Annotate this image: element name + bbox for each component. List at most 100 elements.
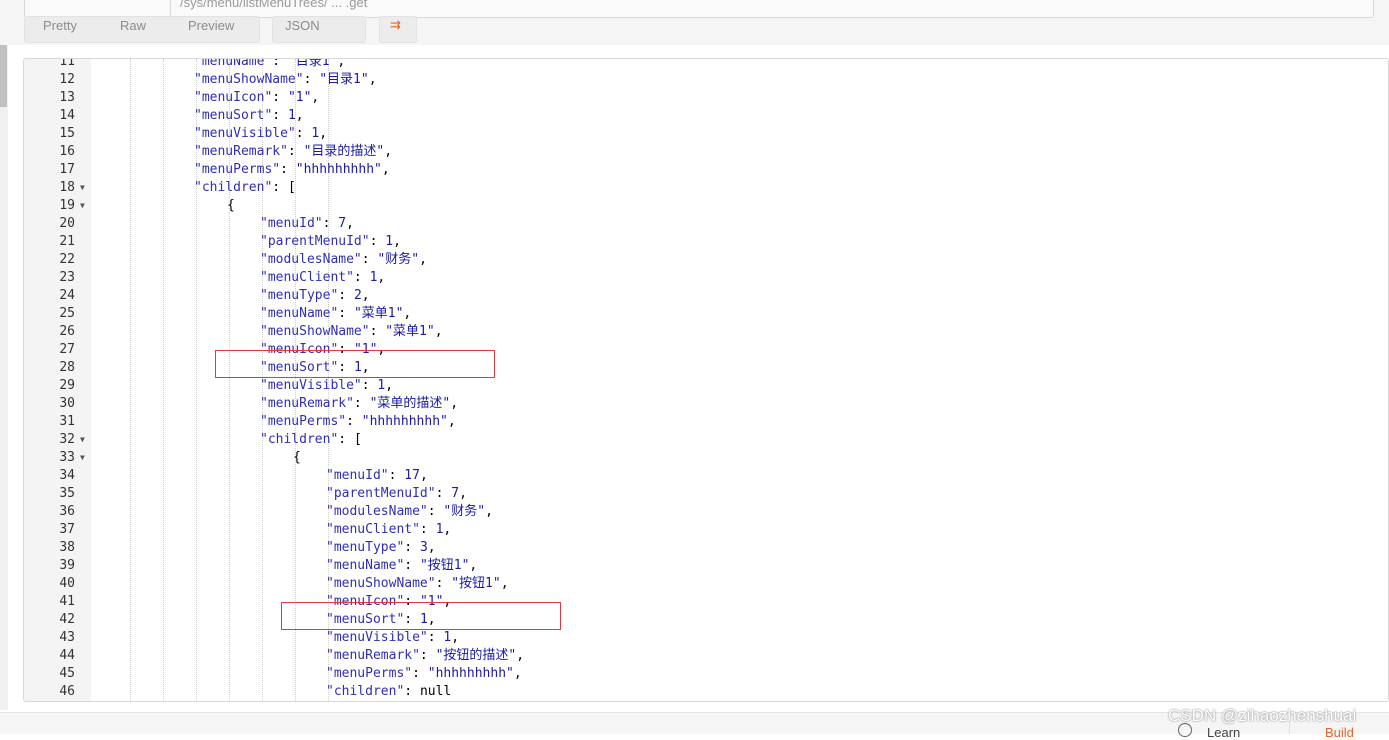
json-value: "按钮1" — [451, 576, 501, 591]
code-text: "parentMenuId": 7, — [326, 486, 467, 501]
code-line: 46 "children": null — [24, 683, 1388, 701]
code-text: "menuVisible": 1, — [260, 378, 394, 393]
line-number: 30 — [59, 396, 75, 411]
json-key: "menuVisible" — [194, 126, 296, 141]
json-value: "菜单1" — [385, 324, 435, 339]
json-key: "children" — [194, 180, 273, 195]
code-text: "menuName": "按钮1", — [326, 558, 478, 573]
json-value: [ — [353, 432, 362, 447]
code-line: 43 "menuVisible": 1, — [24, 629, 1388, 647]
json-key: "menuType" — [326, 540, 405, 555]
code-line: 35 "parentMenuId": 7, — [24, 485, 1388, 503]
code-text: "menuIcon": "1", — [194, 90, 320, 105]
line-number: 29 — [59, 378, 75, 393]
line-number: 23 — [59, 270, 75, 285]
fold-toggle-icon[interactable]: ▼ — [80, 179, 85, 197]
code-line: 11 "menuName": "目录1", — [24, 58, 1388, 71]
json-value: "按钮1" — [419, 558, 470, 573]
code-text: "modulesName": "财务", — [260, 252, 427, 267]
line-number: 43 — [59, 630, 75, 645]
json-key: "menuShowName" — [260, 324, 370, 339]
highlight-box — [281, 602, 561, 630]
sidebar-scrollbar-thumb[interactable] — [0, 45, 7, 107]
code-line: 29 "menuVisible": 1, — [24, 377, 1388, 395]
line-number: 18 — [59, 180, 75, 195]
code-line: 24 "menuType": 2, — [24, 287, 1388, 305]
wrap-lines-button[interactable]: ⇉ — [379, 16, 417, 43]
json-key: "menuName" — [260, 306, 339, 321]
code-text: "menuClient": 1, — [260, 270, 386, 285]
code-text: "menuRemark": "菜单的描述", — [260, 396, 459, 411]
code-text: "menuClient": 1, — [326, 522, 452, 537]
code-line: 16 "menuRemark": "目录的描述", — [24, 143, 1388, 161]
code-text: "menuPerms": "hhhhhhhhh", — [326, 666, 522, 681]
line-number: 22 — [59, 252, 75, 267]
line-number: 40 — [59, 576, 75, 591]
json-key: "menuClient" — [326, 522, 420, 537]
line-number: 15 — [59, 126, 75, 141]
code-text: { — [293, 450, 301, 465]
json-key: "menuPerms" — [260, 414, 347, 429]
code-text: "menuVisible": 1, — [326, 630, 460, 645]
code-text: "parentMenuId": 1, — [260, 234, 401, 249]
json-key: "menuId" — [260, 216, 323, 231]
line-number: 37 — [59, 522, 75, 537]
json-key: "children" — [326, 684, 405, 699]
json-key: "menuVisible" — [260, 378, 362, 393]
tab-pretty[interactable]: Pretty — [43, 18, 77, 33]
code-line: 17 "menuPerms": "hhhhhhhhh", — [24, 161, 1388, 179]
json-value: 3 — [419, 540, 428, 555]
json-value: null — [419, 684, 452, 699]
code-text: "menuVisible": 1, — [194, 126, 328, 141]
code-text: "menuShowName": "目录1", — [194, 72, 377, 87]
line-number: 36 — [59, 504, 75, 519]
json-value: "财务" — [377, 252, 420, 267]
json-value: 7 — [338, 216, 347, 231]
code-text: "menuRemark": "目录的描述", — [194, 144, 393, 159]
tab-raw[interactable]: Raw — [120, 18, 146, 33]
response-toolbar: /sys/menu/listMenuTrees/ ... .get Pretty… — [0, 0, 1389, 45]
fold-toggle-icon[interactable]: ▼ — [80, 197, 85, 215]
watermark: CSDN @zihaozhenshuai — [1168, 706, 1357, 725]
fold-toggle-icon[interactable]: ▼ — [80, 431, 85, 449]
view-mode-tabs: Pretty Raw Preview — [24, 16, 260, 43]
line-number: 16 — [59, 144, 75, 159]
request-url[interactable]: /sys/menu/listMenuTrees/ ... .get — [180, 0, 367, 10]
line-number: 32 — [59, 432, 75, 447]
code-text: "menuId": 7, — [260, 216, 354, 231]
json-key: "menuId" — [326, 468, 389, 483]
code-line: 32 ▼ "children": [ — [24, 431, 1388, 449]
json-key: "menuPerms" — [194, 162, 281, 177]
json-value: "目录1" — [287, 58, 338, 69]
line-number: 21 — [59, 234, 75, 249]
json-value: 7 — [451, 486, 460, 501]
code-line: 20 "menuId": 7, — [24, 215, 1388, 233]
code-lines: 11 "menuName": "目录1", 12 "menuShowName": "目… — [24, 58, 1388, 701]
line-number: 26 — [59, 324, 75, 339]
line-number: 42 — [59, 612, 75, 627]
line-number: 19 — [59, 198, 75, 213]
code-line: 40 "menuShowName": "按钮1", — [24, 575, 1388, 593]
code-text: "menuType": 3, — [326, 540, 436, 555]
code-text: "children": null — [326, 684, 452, 699]
tab-preview[interactable]: Preview — [188, 18, 234, 33]
code-text: "menuPerms": "hhhhhhhhh", — [260, 414, 456, 429]
json-value: 2 — [353, 288, 362, 303]
code-line: 38 "menuType": 3, — [24, 539, 1388, 557]
code-line: 42 "menuSort": 1, — [24, 611, 1388, 629]
format-select[interactable]: JSON — [272, 16, 366, 43]
code-text: "children": [ — [194, 180, 296, 195]
code-text: "menuName": "菜单1", — [260, 306, 412, 321]
line-number: 31 — [59, 414, 75, 429]
code-line: 41 "menuIcon": "1", — [24, 593, 1388, 611]
code-line: 19 ▼ { — [24, 197, 1388, 215]
line-number: 13 — [59, 90, 75, 105]
fold-toggle-icon[interactable]: ▼ — [80, 449, 85, 467]
json-value: "hhhhhhhhh" — [295, 162, 382, 177]
code-line: 45 "menuPerms": "hhhhhhhhh", — [24, 665, 1388, 683]
response-body-editor[interactable]: 11 "menuName": "目录1", 12 "menuShowName": "目… — [23, 58, 1389, 702]
line-number: 14 — [59, 108, 75, 123]
method-select[interactable] — [25, 0, 171, 17]
sidebar-scrollbar[interactable] — [0, 45, 8, 710]
code-line: 22 "modulesName": "财务", — [24, 251, 1388, 269]
